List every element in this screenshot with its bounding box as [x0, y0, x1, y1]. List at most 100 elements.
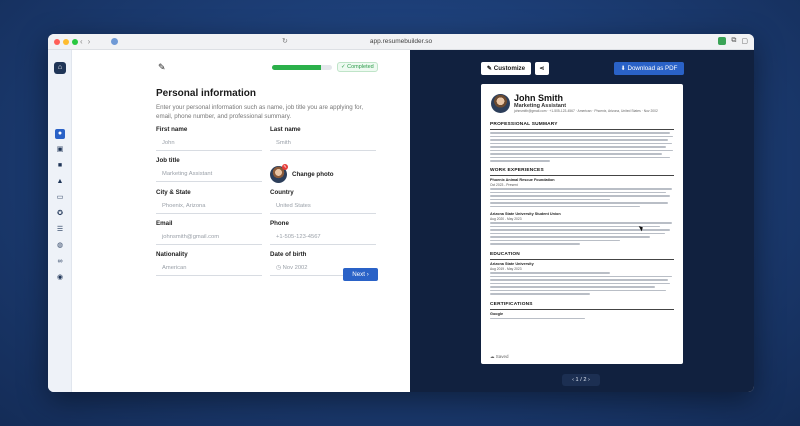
- rule: [490, 128, 674, 130]
- resume-work-heading: WORK EXPERIENCES: [490, 168, 544, 173]
- text-line: [490, 202, 668, 204]
- cert-org: Google: [490, 312, 504, 316]
- text-line: [490, 191, 666, 194]
- email-field[interactable]: johnsmith@gmail.com: [156, 230, 262, 245]
- text-line: [490, 279, 668, 281]
- resume-summary-heading: PROFESSIONAL SUMMARY: [490, 122, 558, 127]
- job-title-label: Job title: [156, 157, 180, 164]
- text-line: [490, 205, 640, 208]
- briefcase-icon[interactable]: ■: [55, 161, 65, 171]
- pencil-icon[interactable]: ✎: [158, 62, 166, 73]
- tabs-icon[interactable]: ▢: [741, 37, 748, 45]
- home-icon[interactable]: ⌂: [54, 62, 66, 74]
- next-button[interactable]: Next ›: [343, 268, 378, 281]
- last-name-input[interactable]: Smith: [270, 136, 376, 151]
- text-line: [490, 135, 673, 138]
- text-line: [490, 139, 668, 141]
- text-line: [490, 225, 660, 228]
- status-badge: ✓ Completed: [337, 62, 378, 72]
- summary-icon[interactable]: ▣: [55, 145, 65, 155]
- text-line: [490, 275, 672, 278]
- download-pdf-button[interactable]: ⬇ Download as PDF: [614, 62, 684, 75]
- resume-certs-heading: CERTIFICATIONS: [490, 302, 533, 307]
- page-description: Enter your personal information such as …: [156, 104, 364, 120]
- nationality-input[interactable]: American: [156, 261, 262, 276]
- next-label: Next: [352, 271, 365, 278]
- text-line: [490, 142, 672, 145]
- award-icon[interactable]: ✪: [55, 209, 65, 219]
- text-line: [490, 149, 673, 152]
- first-name-input[interactable]: John: [156, 136, 262, 151]
- extension-icon[interactable]: [718, 37, 727, 45]
- job2-dates: Aug 2020 - May 2023: [490, 217, 522, 221]
- page-pager[interactable]: ‹ 1 / 2 ›: [562, 374, 600, 386]
- text-line: [490, 243, 580, 245]
- customize-button[interactable]: ✎ Customize: [481, 62, 531, 75]
- city-state-input[interactable]: Phoenix, Arizona: [156, 199, 262, 214]
- text-line: [490, 146, 666, 148]
- resume-paper: John Smith Marketing Assistant johnsmith…: [481, 84, 683, 364]
- monitor-icon[interactable]: ▭: [55, 193, 65, 203]
- personal-info-icon[interactable]: ●: [55, 129, 65, 139]
- page-title: Personal information: [156, 88, 257, 99]
- resume-avatar: [491, 94, 510, 113]
- text-line: [490, 198, 610, 201]
- text-line: [490, 195, 670, 197]
- country-label: Country: [270, 189, 294, 196]
- text-line: [490, 236, 650, 238]
- reload-icon[interactable]: ↻: [282, 37, 288, 45]
- job1-dates: Oct 2023 - Present: [490, 183, 518, 187]
- job1-org: Phoenix Animal Rescue Foundation: [490, 178, 555, 182]
- share-button[interactable]: ⋖: [535, 62, 549, 75]
- edu-org: Arizona State University: [490, 262, 534, 266]
- progress-bar: [272, 65, 332, 70]
- graduation-icon[interactable]: ▲: [55, 177, 65, 187]
- more-icon[interactable]: ◉: [55, 273, 65, 283]
- share-icon[interactable]: ⧉: [731, 37, 736, 45]
- text-line: [490, 239, 620, 242]
- browser-actions: ⧉ ▢: [718, 37, 748, 45]
- status-text: Completed: [347, 64, 374, 70]
- text-line: [490, 222, 672, 224]
- job-title-input[interactable]: Marketing Assistant: [156, 167, 262, 182]
- text-line: [490, 232, 665, 235]
- link-icon[interactable]: ∞: [55, 257, 65, 267]
- rule: [490, 258, 674, 260]
- resume-preview: ✎ Customize ⋖ ⬇ Download as PDF John Smi…: [410, 50, 754, 392]
- first-name-label: First name: [156, 126, 188, 133]
- photo-edit-icon[interactable]: ✎: [282, 164, 288, 170]
- progress-fill: [272, 65, 322, 70]
- phone-label: Phone: [270, 220, 289, 227]
- text-line: [490, 286, 655, 288]
- job2-org: Arizona State University Student Union: [490, 212, 561, 216]
- saved-text: Saved: [495, 354, 509, 359]
- page-indicator: 1 / 2: [575, 377, 587, 383]
- change-photo-button[interactable]: Change photo: [292, 171, 334, 178]
- rule: [490, 174, 674, 176]
- browser-window: ‹› app.resumebuilder.so ↻ ⧉ ▢ ⌂ ● ▣ ■ ▲ …: [48, 34, 754, 392]
- text-line: [490, 153, 662, 155]
- dob-value: Nov 2002: [282, 265, 308, 271]
- resume-contact: johnsmith@gmail.com · +1-505-123-4567 · …: [514, 109, 658, 113]
- download-label: Download as PDF: [627, 65, 678, 72]
- text-line: [490, 289, 666, 292]
- text-line: [490, 282, 670, 285]
- text-line: [490, 132, 670, 134]
- last-name-label: Last name: [270, 126, 301, 133]
- globe-icon[interactable]: ◍: [55, 241, 65, 251]
- saved-indicator: ☁ Saved: [490, 354, 509, 359]
- country-input[interactable]: United States: [270, 199, 376, 214]
- customize-label: Customize: [493, 65, 526, 72]
- address-bar[interactable]: app.resumebuilder.so: [48, 38, 754, 45]
- rule: [490, 308, 674, 310]
- text-line: [490, 188, 672, 190]
- text-line: [490, 160, 550, 162]
- list-icon[interactable]: ☰: [55, 225, 65, 235]
- resume-name: John Smith: [514, 93, 563, 103]
- dob-label: Date of birth: [270, 251, 307, 258]
- text-line: [490, 317, 585, 320]
- text-line: [490, 156, 670, 159]
- city-state-label: City & State: [156, 189, 191, 196]
- browser-chrome: ‹› app.resumebuilder.so ↻ ⧉ ▢: [48, 34, 754, 50]
- phone-field[interactable]: +1-505-123-4567: [270, 230, 376, 245]
